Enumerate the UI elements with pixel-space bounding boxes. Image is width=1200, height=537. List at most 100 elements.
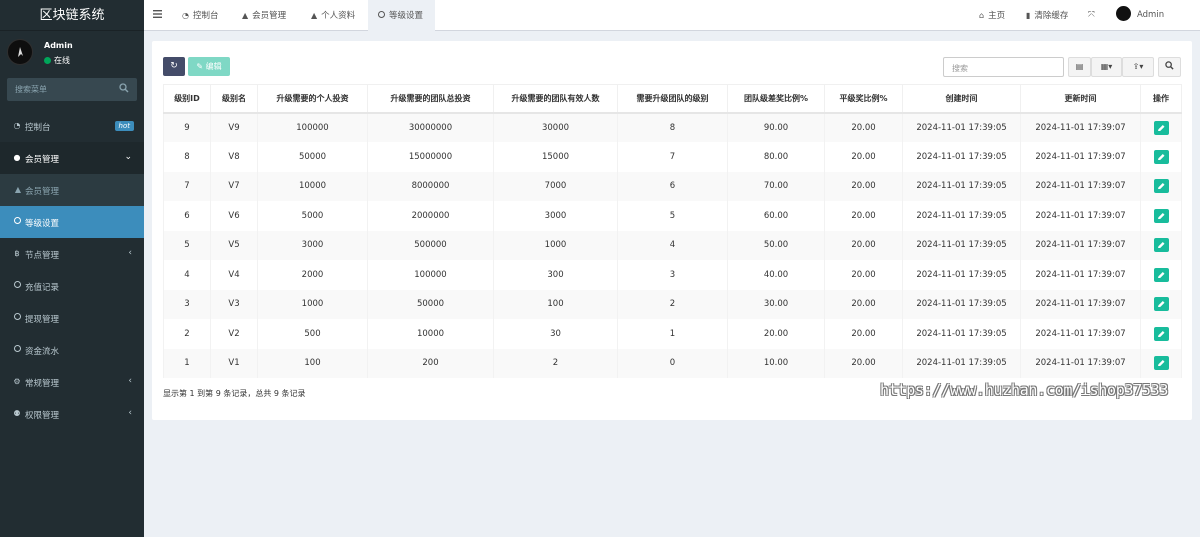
sidebar-subitem-level-settings[interactable]: 等级设置	[0, 206, 144, 238]
table-cell: 20.00	[824, 171, 903, 201]
col-header[interactable]: 级别ID	[163, 84, 211, 114]
row-edit-button[interactable]	[1153, 149, 1169, 164]
col-header[interactable]: 团队级差奖比例%	[727, 84, 825, 114]
fullscreen-button[interactable]: ⤧	[1088, 0, 1095, 31]
row-edit-button[interactable]	[1153, 179, 1169, 194]
sidebar-item-permissions[interactable]: ⚉ 权限管理 ‹	[0, 398, 144, 430]
admin-menu[interactable]: Admin	[1116, 0, 1164, 31]
table-row[interactable]: 1 V1 100 200 2 0 10.00 20.00 2024-11-01 17:39:05…	[163, 348, 1182, 378]
table-cell: 2024-11-01 17:39:07	[1020, 142, 1141, 172]
table-cell: 8000000	[367, 171, 494, 201]
circle-icon	[12, 345, 22, 355]
app-title[interactable]: 区块链系统	[0, 0, 144, 31]
search-icon[interactable]	[119, 83, 129, 93]
table-row[interactable]: 6 V6 5000 2000000 3000 5 60.00 20.00 2024-11-01 …	[163, 201, 1182, 231]
table-row[interactable]: 3 V3 1000 50000 100 2 30.00 20.00 2024-11-01 17:…	[163, 289, 1182, 319]
table-row[interactable]: 8 V8 50000 15000000 15000 7 80.00 20.00 2024-11-…	[163, 142, 1182, 172]
pencil-icon	[1157, 124, 1164, 131]
table-cell: 2024-11-01 17:39:05	[902, 142, 1021, 172]
col-header[interactable]: 级别名	[210, 84, 258, 114]
actions-cell	[1140, 171, 1182, 201]
table-cell: 20.00	[824, 142, 903, 172]
clear-cache-button[interactable]: ▮ 清除缓存	[1026, 0, 1068, 31]
table-cell: 20.00	[824, 348, 903, 378]
sidebar-item-label: 常规管理	[25, 379, 60, 389]
sidebar-search-input[interactable]: 搜索菜单	[7, 78, 137, 101]
table-cell: 1000	[257, 289, 368, 319]
home-icon: ⌂	[979, 11, 985, 20]
table-cell: 4	[617, 230, 728, 260]
col-header[interactable]: 升级需要的个人投资	[257, 84, 368, 114]
table-cell: 2	[617, 289, 728, 319]
table-cell: 2	[493, 348, 618, 378]
row-edit-button[interactable]	[1153, 120, 1169, 135]
sidebar-subitem-members[interactable]: ▲ 会员管理	[0, 174, 144, 206]
sidebar-item-fund-flow[interactable]: 资金流水	[0, 334, 144, 366]
table-cell: 50000	[367, 289, 494, 319]
sidebar-item-label: 充值记录	[25, 283, 60, 293]
pagination-info: 显示第 1 到第 9 条记录，总共 9 条记录	[163, 389, 306, 398]
table-cell: 5	[617, 201, 728, 231]
tab-members[interactable]: ▲ 会员管理	[242, 0, 286, 31]
table-cell: 2024-11-01 17:39:07	[1020, 319, 1141, 349]
user-name: Admin	[44, 41, 73, 50]
sidebar-item-withdraw[interactable]: 提现管理	[0, 302, 144, 334]
table-row[interactable]: 4 V4 2000 100000 300 3 40.00 20.00 2024-11-01 17…	[163, 260, 1182, 290]
table-cell: 90.00	[727, 112, 825, 142]
table-cell: 20.00	[824, 260, 903, 290]
table-cell: 2024-11-01 17:39:05	[902, 201, 1021, 231]
edit-button[interactable]: ✎ 编辑	[188, 57, 230, 76]
row-edit-button[interactable]	[1153, 326, 1169, 341]
sidebar-item-recharge[interactable]: 充值记录	[0, 270, 144, 302]
sidebar-item-members[interactable]: ● 会员管理 ⌄	[0, 142, 144, 174]
row-edit-button[interactable]	[1153, 208, 1169, 223]
toggle-view-button[interactable]: ▤	[1068, 57, 1091, 77]
col-header[interactable]: 更新时间	[1020, 84, 1141, 114]
export-button[interactable]: ⇪▾	[1122, 57, 1154, 77]
circle-icon	[12, 217, 22, 227]
table-row[interactable]: 5 V5 3000 500000 1000 4 50.00 20.00 2024-11-01 1…	[163, 230, 1182, 260]
table-cell: 8	[617, 112, 728, 142]
user-avatar	[7, 39, 33, 65]
user-icon: ▲	[242, 11, 249, 20]
col-header[interactable]: 平级奖比例%	[824, 84, 903, 114]
table-cell: 2024-11-01 17:39:05	[902, 230, 1021, 260]
row-edit-button[interactable]	[1153, 297, 1169, 312]
menu-toggle-button[interactable]	[153, 0, 162, 31]
row-edit-button[interactable]	[1153, 238, 1169, 253]
user-panel: Admin 在线	[0, 31, 144, 71]
tab-profile[interactable]: ▲ 个人资料	[311, 0, 355, 31]
table-cell: 30	[493, 319, 618, 349]
table-cell: 50000	[257, 142, 368, 172]
col-header[interactable]: 创建时间	[902, 84, 1021, 114]
user-circle-icon: ●	[13, 153, 21, 162]
refresh-button[interactable]: ↻	[163, 57, 185, 76]
table-row[interactable]: 7 V7 10000 8000000 7000 6 70.00 20.00 2024-11-01…	[163, 171, 1182, 201]
row-edit-button[interactable]	[1153, 356, 1169, 371]
col-header[interactable]: 升级需要的团队总投资	[367, 84, 494, 114]
table-cell: 10000	[367, 319, 494, 349]
table-cell: 6	[617, 171, 728, 201]
col-header[interactable]: 需要升级团队的级别	[617, 84, 728, 114]
sidebar-item-general[interactable]: ⚙ 常规管理 ‹	[0, 366, 144, 398]
columns-icon: ▦▾	[1100, 62, 1113, 71]
table-search-input[interactable]: 搜索	[943, 57, 1064, 77]
sidebar-item-nodes[interactable]: ฿ 节点管理 ‹	[0, 238, 144, 270]
table-cell: 1	[163, 348, 211, 378]
tab-dashboard[interactable]: ◔ 控制台	[182, 0, 219, 31]
table-cell: 2024-11-01 17:39:07	[1020, 171, 1141, 201]
row-edit-button[interactable]	[1153, 267, 1169, 282]
sidebar: 区块链系统 Admin 在线 搜索菜单 ◔ 控制台 hot ● 会员管理 ⌄ ▲…	[0, 0, 144, 537]
tab-level-settings[interactable]: 等级设置	[368, 0, 435, 31]
col-header[interactable]: 升级需要的团队有效人数	[493, 84, 618, 114]
table-cell: V2	[210, 319, 258, 349]
actions-cell	[1140, 319, 1182, 349]
table-row[interactable]: 9 V9 100000 30000000 30000 8 90.00 20.00 2024-11…	[163, 112, 1182, 142]
search-toggle-button[interactable]	[1158, 57, 1181, 77]
table-row[interactable]: 2 V2 500 10000 30 1 20.00 20.00 2024-11-01 17:39…	[163, 319, 1182, 349]
columns-button[interactable]: ▦▾	[1091, 57, 1122, 77]
sidebar-item-dashboard[interactable]: ◔ 控制台 hot	[0, 110, 144, 142]
sidebar-item-label: 会员管理	[25, 155, 60, 165]
pencil-icon	[1157, 360, 1164, 367]
home-link[interactable]: ⌂ 主页	[979, 0, 1005, 31]
